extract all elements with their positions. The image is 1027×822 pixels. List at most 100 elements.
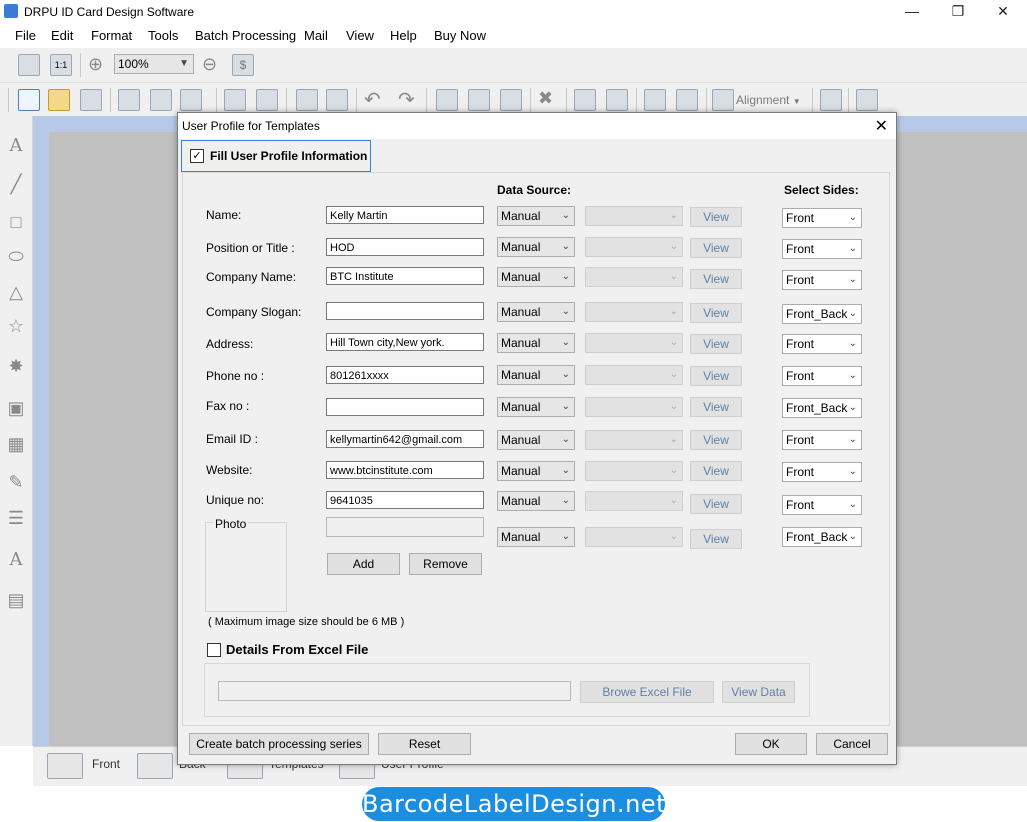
add-photo-button[interactable]: Add — [327, 553, 400, 575]
zoom-select[interactable]: 100% ▼ — [114, 54, 194, 74]
signature-tool-icon[interactable]: ✎ — [6, 472, 26, 492]
barcode-tool-icon[interactable]: ☰ — [6, 508, 26, 528]
redo-icon[interactable]: ↷ — [398, 87, 415, 112]
ellipse-tool-icon[interactable]: ⬭ — [6, 246, 26, 266]
company-name-side-select[interactable]: Front ⌄ — [782, 270, 862, 290]
unlock-icon[interactable] — [676, 89, 698, 111]
photo-side-select[interactable]: Front_Back ⌄ — [782, 527, 862, 547]
fill-profile-checkbox[interactable]: ✓ — [190, 149, 204, 163]
grid-icon[interactable] — [820, 89, 842, 111]
lock-icon[interactable] — [644, 89, 666, 111]
company-name-view-button[interactable]: View — [690, 269, 742, 289]
unique-no-view-button[interactable]: View — [690, 494, 742, 514]
address-source-select[interactable]: Manual ⌄ — [497, 333, 575, 353]
email-source-select[interactable]: Manual ⌄ — [497, 430, 575, 450]
name-side-select[interactable]: Front ⌄ — [782, 208, 862, 228]
menu-format[interactable]: Format — [91, 28, 132, 43]
alignment-dropdown[interactable]: Alignment ▼ — [736, 93, 801, 107]
phone-source-select[interactable]: Manual ⌄ — [497, 365, 575, 385]
photo-box[interactable]: Photo — [205, 517, 287, 612]
close-icon[interactable]: ✕ — [875, 116, 888, 136]
star-tool-icon[interactable]: ☆ — [6, 316, 26, 336]
position-source-select[interactable]: Manual ⌄ — [497, 237, 575, 257]
remove-photo-button[interactable]: Remove — [409, 553, 482, 575]
dollar-icon[interactable]: $ — [232, 54, 254, 76]
database-icon[interactable] — [296, 89, 318, 111]
print-preview-icon[interactable] — [224, 89, 246, 111]
watermark-tool-icon[interactable]: A — [6, 550, 26, 570]
photo-source-select[interactable]: Manual ⌄ — [497, 527, 575, 547]
line-tool-icon[interactable]: ╱ — [6, 174, 26, 194]
position-input[interactable]: HOD — [326, 238, 484, 256]
phone-view-button[interactable]: View — [690, 366, 742, 386]
save-as-icon[interactable] — [150, 89, 172, 111]
company-slogan-view-button[interactable]: View — [690, 303, 742, 323]
company-slogan-source-select[interactable]: Manual ⌄ — [497, 302, 575, 322]
card-tool-icon[interactable]: ▤ — [6, 590, 26, 610]
name-view-button[interactable]: View — [690, 207, 742, 227]
view-data-button[interactable]: View Data — [722, 681, 795, 703]
menu-view[interactable]: View — [346, 28, 374, 43]
delete-icon[interactable]: ✖ — [538, 88, 553, 109]
fit-to-window-icon[interactable] — [18, 54, 40, 76]
menu-tools[interactable]: Tools — [148, 28, 178, 43]
close-file-icon[interactable] — [80, 89, 102, 111]
name-input[interactable]: Kelly Martin — [326, 206, 484, 224]
address-input[interactable]: Hill Town city,New york. — [326, 333, 484, 351]
export-icon[interactable] — [180, 89, 202, 111]
cancel-button[interactable]: Cancel — [816, 733, 888, 755]
email-side-select[interactable]: Front ⌄ — [782, 430, 862, 450]
browse-excel-button[interactable]: Browe Excel File — [580, 681, 714, 703]
company-slogan-input[interactable] — [326, 302, 484, 320]
company-name-source-select[interactable]: Manual ⌄ — [497, 267, 575, 287]
menu-file[interactable]: File — [15, 28, 36, 43]
text-tool-icon[interactable]: A — [6, 136, 26, 156]
company-slogan-side-select[interactable]: Front_Back ⌄ — [782, 304, 862, 324]
fax-view-button[interactable]: View — [690, 397, 742, 417]
fax-side-select[interactable]: Front_Back ⌄ — [782, 398, 862, 418]
mail-icon[interactable] — [856, 89, 878, 111]
unique-no-side-select[interactable]: Front ⌄ — [782, 495, 862, 515]
close-icon[interactable]: ✕ — [980, 0, 1026, 23]
cut-icon[interactable] — [436, 89, 458, 111]
actual-size-icon[interactable]: 1:1 — [50, 54, 72, 76]
create-batch-series-button[interactable]: Create batch processing series — [189, 733, 369, 755]
phone-side-select[interactable]: Front ⌄ — [782, 366, 862, 386]
minimize-icon[interactable]: — — [889, 0, 935, 23]
tab-front[interactable]: Front — [92, 757, 120, 771]
address-view-button[interactable]: View — [690, 334, 742, 354]
company-name-input[interactable]: BTC Institute — [326, 267, 484, 285]
website-source-select[interactable]: Manual ⌄ — [497, 461, 575, 481]
maximize-icon[interactable]: ❐ — [935, 0, 981, 23]
reset-button[interactable]: Reset — [378, 733, 471, 755]
website-view-button[interactable]: View — [690, 461, 742, 481]
save-icon[interactable] — [118, 89, 140, 111]
fill-profile-checkbox-group[interactable]: ✓ Fill User Profile Information — [181, 140, 371, 172]
menu-batch-processing[interactable]: Batch Processing — [195, 28, 296, 43]
zoom-in-icon[interactable]: ⊕ — [88, 54, 108, 74]
position-side-select[interactable]: Front ⌄ — [782, 239, 862, 259]
menu-mail[interactable]: Mail — [304, 28, 328, 43]
triangle-tool-icon[interactable]: △ — [6, 282, 26, 302]
menu-edit[interactable]: Edit — [51, 28, 73, 43]
alignment-icon[interactable] — [712, 89, 734, 111]
excel-checkbox[interactable] — [207, 643, 221, 657]
email-view-button[interactable]: View — [690, 430, 742, 450]
rectangle-tool-icon[interactable]: □ — [6, 212, 26, 232]
position-view-button[interactable]: View — [690, 238, 742, 258]
copy-icon[interactable] — [468, 89, 490, 111]
library-tool-icon[interactable]: ▦ — [6, 434, 26, 454]
website-input[interactable]: www.btcinstitute.com — [326, 461, 484, 479]
photo-view-button[interactable]: View — [690, 529, 742, 549]
menu-buy-now[interactable]: Buy Now — [434, 28, 486, 43]
address-side-select[interactable]: Front ⌄ — [782, 334, 862, 354]
fax-source-select[interactable]: Manual ⌄ — [497, 397, 575, 417]
open-folder-icon[interactable] — [48, 89, 70, 111]
fax-input[interactable] — [326, 398, 484, 416]
email-input[interactable]: kellymartin642@gmail.com — [326, 430, 484, 448]
bring-forward-icon[interactable] — [574, 89, 596, 111]
send-backward-icon[interactable] — [606, 89, 628, 111]
unique-no-source-select[interactable]: Manual ⌄ — [497, 491, 575, 511]
ok-button[interactable]: OK — [735, 733, 807, 755]
website-side-select[interactable]: Front ⌄ — [782, 462, 862, 482]
